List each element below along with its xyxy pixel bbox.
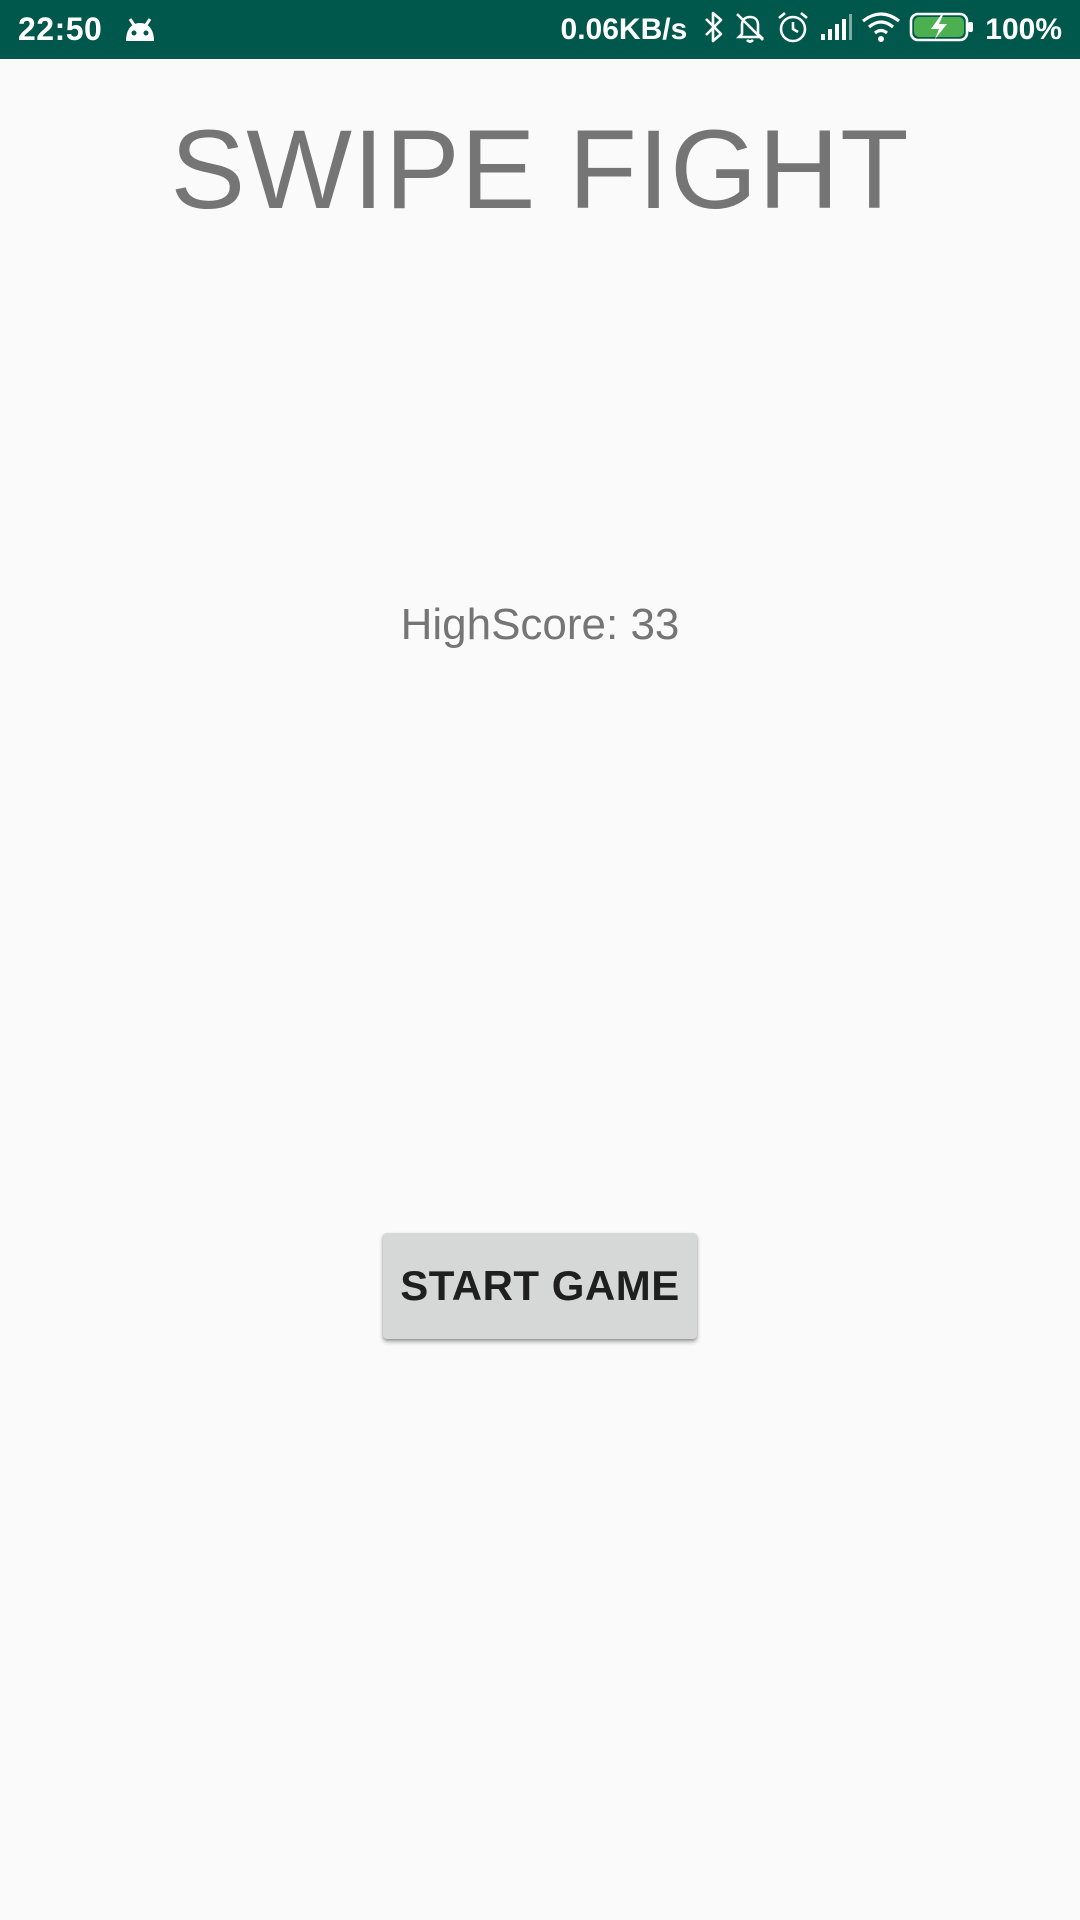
status-time: 22:50 bbox=[18, 11, 103, 47]
network-speed: 0.06KB/s bbox=[560, 12, 688, 46]
notifications-off-icon bbox=[733, 10, 767, 49]
battery-charging-icon bbox=[909, 11, 975, 48]
android-icon bbox=[122, 15, 158, 45]
status-bar: 22:50 0.06KB/s 100% bbox=[0, 0, 1080, 59]
battery-percent: 100% bbox=[985, 12, 1062, 46]
status-bar-left: 22:50 bbox=[18, 11, 158, 48]
start-game-button[interactable]: START GAME bbox=[383, 1233, 697, 1339]
bluetooth-icon bbox=[703, 10, 725, 49]
game-title: SWIPE FIGHT bbox=[170, 107, 910, 232]
wifi-icon bbox=[861, 11, 901, 48]
signal-icon bbox=[819, 12, 853, 47]
status-bar-right: 0.06KB/s 100% bbox=[561, 9, 1062, 50]
highscore-label: HighScore: 33 bbox=[400, 600, 680, 649]
alarm-icon bbox=[775, 9, 811, 50]
